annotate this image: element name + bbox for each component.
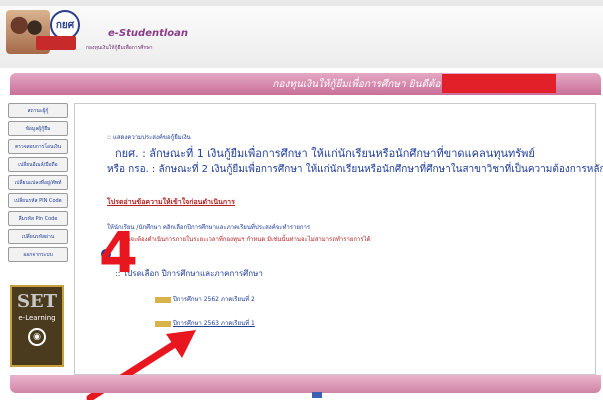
site-header: กยศ e-Studentloan กองทุนเงินให้กู้ยืมเพื… xyxy=(0,6,603,68)
set-badge-subtitle: e-Learning xyxy=(18,314,56,322)
book-icon xyxy=(36,36,76,50)
intro-text: :: แสดงความประสงค์ขอกู้ยืมเงิน xyxy=(107,134,191,141)
read-first-link[interactable]: โปรดอ่านข้อความให้เข้าใจก่อนดำเนินการ xyxy=(107,197,235,208)
sidebar-item-change-address[interactable]: เปลี่ยนแปลงที่อยู่/ศัพท์ xyxy=(8,175,68,190)
sidebar-item-change-password[interactable]: เปลี่ยนรหัสผ่าน xyxy=(8,229,68,244)
sidebar-item-status[interactable]: สถานะผู้กู้ xyxy=(8,103,68,118)
loan-type-1: กยศ. : ลักษณะที่ 1 เงินกู้ยืมเพื่อการศึก… xyxy=(115,147,535,160)
banner-text: กองทุนเงินให้กู้ยืมเพื่อการศึกษา ยินดีต้… xyxy=(272,79,459,90)
sidebar-item-logout[interactable]: ออกจากระบบ xyxy=(8,247,68,262)
loan-type-2: หรือ กรอ. : ลักษณะที่ 2 เงินกู้ยืมเพื่อก… xyxy=(107,164,603,175)
sidebar-menu: สถานะผู้กู้ ข้อมูลผู้กู้ยืม ตรวจสอบการโอ… xyxy=(8,103,70,367)
term-option-2562-2[interactable]: ปีการศึกษา 2562 ภาคเรียนที่ 2 xyxy=(155,294,255,304)
set-badge-title: SET xyxy=(16,291,58,312)
sidebar-item-change-email[interactable]: เปลี่ยนอีเมล์/มือถือ xyxy=(8,157,68,172)
site-tagline: กองทุนเงินให้กู้ยืมเพื่อการศึกษา xyxy=(86,45,153,51)
new-badge-icon xyxy=(155,296,171,303)
site-footer xyxy=(10,375,601,393)
logo-text: กยศ xyxy=(55,19,75,31)
term-option-label: ปีการศึกษา 2562 ภาคเรียนที่ 2 xyxy=(173,296,255,303)
step-number-annotation: 4 xyxy=(99,221,138,286)
set-elearning-badge[interactable]: SET e-Learning ◉ xyxy=(10,285,64,367)
sidebar-item-borrower-info[interactable]: ข้อมูลผู้กู้ยืม xyxy=(8,121,68,136)
sidebar-item-transfer-check[interactable]: ตรวจสอบการโอนเงิน xyxy=(8,139,68,154)
footer-marker xyxy=(312,392,322,398)
deadline-note: ท่านจะต้องดำเนินการภายในระยะเวลาที่กองทุ… xyxy=(119,236,371,243)
sidebar-item-change-pin[interactable]: เปลี่ยนรหัส PIN Code xyxy=(8,193,68,208)
site-title: e-Studentloan xyxy=(108,28,189,39)
elearning-icon: ◉ xyxy=(28,328,46,346)
sidebar-item-forgot-pin[interactable]: ลืมรหัส Pin Code xyxy=(8,211,68,226)
redaction-box xyxy=(442,74,556,93)
